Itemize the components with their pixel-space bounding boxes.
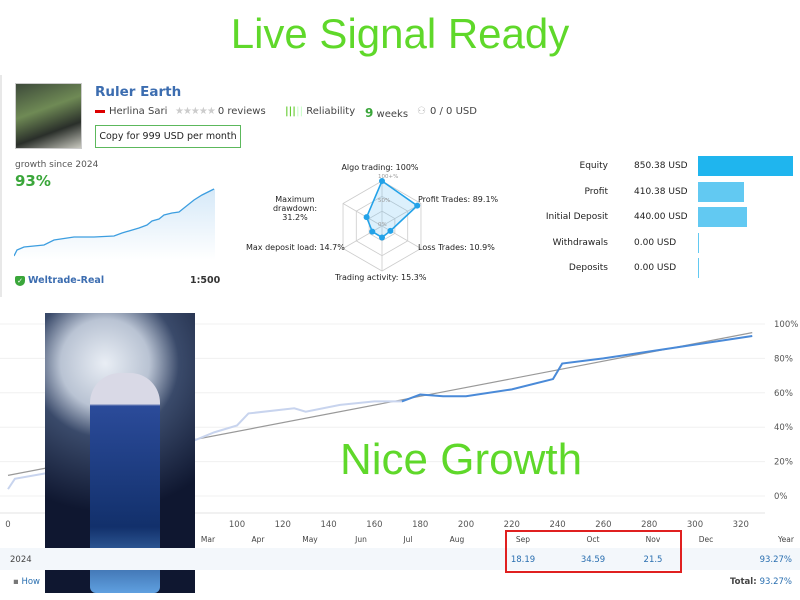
headline: Live Signal Ready [230, 10, 570, 57]
x-tick-label: 120 [275, 520, 291, 530]
reliability-label: Reliability [306, 106, 356, 117]
month-header: Mar [200, 535, 216, 544]
x-tick-label: 0 [5, 520, 10, 530]
x-tick-label: 260 [595, 520, 611, 530]
x-tick-label: 300 [687, 520, 703, 530]
sparkline-area [14, 189, 215, 260]
x-tick-label: 200 [458, 520, 474, 530]
drawdown-value: 31.2% [282, 213, 308, 222]
flag-icon [95, 110, 105, 113]
x-tick-label: 280 [641, 520, 657, 530]
stat-bar [698, 258, 699, 278]
x-tick-label: 100 [229, 520, 245, 530]
y-tick-label: 40% [774, 423, 793, 433]
signal-name[interactable]: Ruler Earth [95, 84, 181, 100]
y-tick-label: 0% [774, 492, 788, 502]
month-header: May [302, 535, 318, 544]
stat-label: Withdrawals [552, 237, 608, 248]
month-header: Year [778, 535, 794, 544]
month-header: Aug [449, 535, 465, 544]
reliability: ||||| Reliability [285, 106, 355, 117]
author-name: Herlina Sari [109, 106, 168, 117]
broker[interactable]: ✓ Weltrade-Real [15, 275, 104, 286]
calculator-icon: ▪ [13, 577, 19, 587]
users-icon: ⚇ [417, 106, 426, 117]
y-tick-label: 60% [774, 389, 793, 399]
y-tick-label: 20% [774, 458, 793, 468]
x-tick-label: 240 [549, 520, 565, 530]
growth-label: growth since 2024 [15, 160, 99, 170]
radar-point [387, 227, 394, 234]
stars-icon: ★★★★★ [175, 106, 216, 117]
total-label: Total: [729, 577, 757, 587]
how-link[interactable]: ▪ How [13, 577, 40, 587]
x-tick-label: 220 [504, 520, 520, 530]
overlay-text: Nice Growth [340, 435, 583, 484]
radar-label-load: Max deposit load: 14.7% [246, 243, 345, 252]
stat-bar [698, 181, 744, 202]
stat-bar [698, 207, 748, 227]
drawdown-label: Maximum drawdown: [272, 195, 318, 213]
stat-label: Initial Deposit [545, 212, 608, 222]
stat-value: 410.38 USD [634, 186, 688, 197]
stat-bar [698, 232, 699, 253]
x-tick-label: 160 [366, 520, 382, 530]
reviews[interactable]: ★★★★★ 0 reviews [175, 106, 266, 117]
growth-sparkline [14, 188, 215, 260]
stat-label: Deposits [568, 263, 608, 273]
subscribers: ⚇ 0 / 0 USD [417, 106, 477, 117]
year-label: 2024 [10, 555, 32, 565]
radar-label-profit: Profit Trades: 89.1% [418, 195, 499, 204]
y-tick-label: 80% [774, 354, 793, 364]
stat-value: 0.00 USD [634, 263, 677, 273]
stat-label: Equity [579, 161, 608, 171]
broker-name: Weltrade-Real [28, 275, 105, 286]
radar-point [379, 234, 385, 241]
stat-value: 850.38 USD [634, 161, 688, 171]
author[interactable]: Herlina Sari [95, 106, 167, 117]
stat-value: 440.00 USD [634, 212, 688, 222]
growth-line [401, 335, 753, 403]
weeks-label: weeks [376, 109, 409, 120]
radar-label-algo: Algo trading: 100% [341, 163, 419, 172]
radar-point [363, 214, 370, 221]
leverage: 1:500 [190, 275, 221, 286]
radar-label-drawdown: Maximum drawdown: 31.2% [255, 195, 335, 222]
ring-100: 100+% [378, 174, 399, 180]
value-year[interactable]: 93.27% [760, 555, 792, 565]
reliability-bars-icon: ||||| [285, 106, 304, 117]
month-header: Dec [698, 535, 714, 544]
weeks-count: 9 [365, 106, 374, 120]
avatar [15, 83, 82, 149]
month-header: Jun [355, 535, 367, 544]
stat-value: 0.00 USD [634, 237, 677, 248]
weeks: 9 weeks [365, 106, 408, 120]
radar-label-loss: Loss Trades: 10.9% [418, 243, 495, 252]
x-tick-label: 180 [412, 520, 428, 530]
x-tick-label: 140 [320, 520, 336, 530]
how-link-text: How [21, 577, 41, 587]
reviews-count: 0 reviews [217, 106, 266, 117]
month-header: Jul [403, 535, 413, 544]
radar-point [369, 228, 376, 235]
highlight-box [505, 530, 682, 573]
radar-label-activity: Trading activity: 15.3% [335, 273, 427, 282]
copy-button[interactable]: Copy for 999 USD per month [95, 125, 241, 148]
y-tick-label: 100% [774, 320, 798, 330]
month-header: Apr [251, 535, 265, 544]
x-tick-label: 320 [733, 520, 749, 530]
total-value: 93.27% [759, 577, 792, 587]
stat-bar [698, 156, 793, 176]
verified-shield-icon: ✓ [15, 276, 25, 286]
ring-50: 50% [378, 198, 391, 204]
subscribers-value: 0 / 0 USD [429, 106, 477, 117]
stat-label: Profit [584, 186, 608, 197]
ring-0: 0% [378, 222, 387, 228]
total: Total: 93.27% [730, 577, 792, 587]
